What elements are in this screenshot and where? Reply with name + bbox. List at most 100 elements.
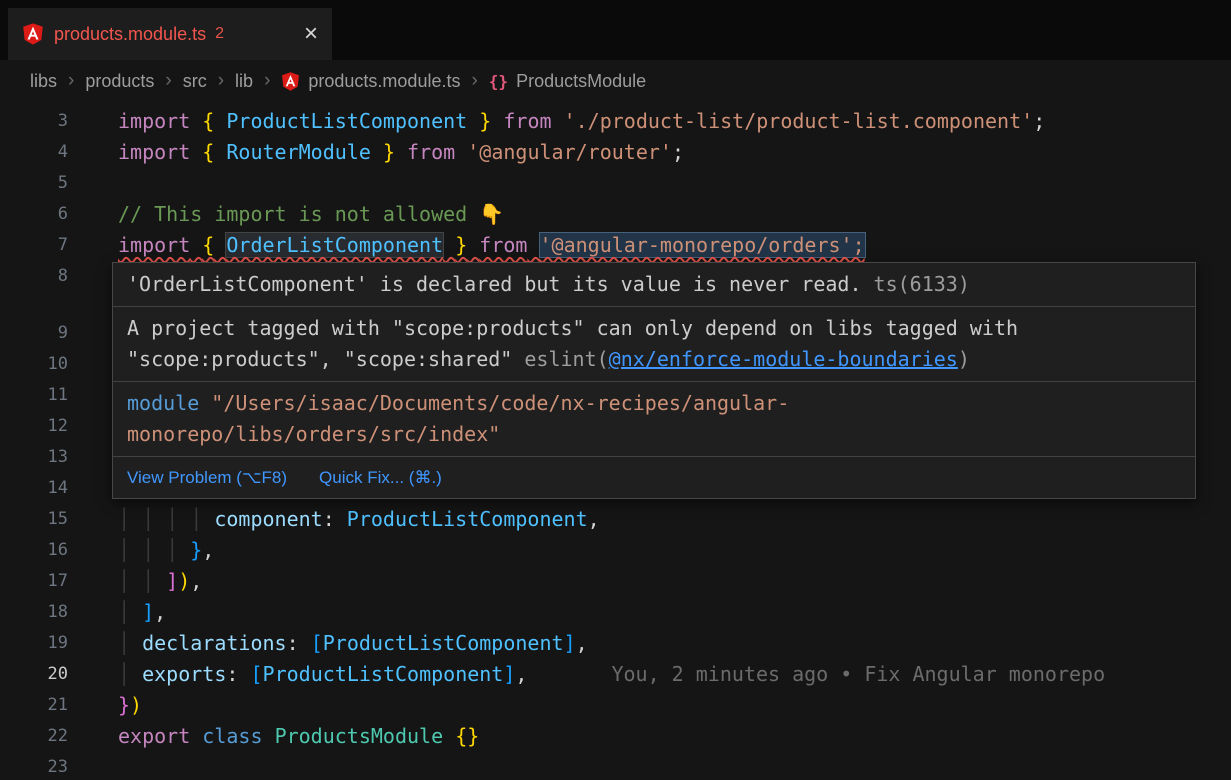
code-line-19[interactable]: 19│ declarations: [ProductListComponent]…	[0, 627, 1231, 658]
code-line-23[interactable]: 23	[0, 751, 1231, 780]
line-number[interactable]: 18	[0, 602, 68, 622]
breadcrumb-item-lib[interactable]: lib	[235, 71, 253, 92]
code-token: from	[503, 109, 551, 133]
code-line-15[interactable]: 15│ │ │ │ component: ProductListComponen…	[0, 503, 1231, 534]
code-line-7[interactable]: 7import { OrderListComponent } from '@an…	[0, 229, 1231, 260]
line-number[interactable]: 9	[0, 323, 68, 343]
line-number[interactable]: 5	[0, 173, 68, 193]
code-token: {	[202, 233, 214, 257]
code-line-21[interactable]: 21})	[0, 689, 1231, 720]
code-token	[263, 724, 275, 748]
code-token: class	[202, 724, 262, 748]
code-token	[552, 109, 564, 133]
angular-icon	[281, 72, 300, 91]
code-text: │ exports: [ProductListComponent],	[68, 662, 527, 686]
line-number[interactable]: 7	[0, 235, 68, 255]
code-token: │	[118, 631, 142, 655]
line-number[interactable]: 19	[0, 633, 68, 653]
code-token: from	[479, 233, 527, 257]
line-number[interactable]: 4	[0, 142, 68, 162]
code-token: │ │ │ │	[118, 507, 214, 531]
code-line-3[interactable]: 3import { ProductListComponent } from '.…	[0, 105, 1231, 136]
code-token: {	[202, 109, 214, 133]
code-token	[190, 233, 202, 257]
view-problem-action[interactable]: View Problem (⌥F8)	[127, 468, 287, 488]
code-token: import	[118, 109, 190, 133]
quick-fix-action[interactable]: Quick Fix... (⌘.)	[319, 468, 442, 488]
code-line-6[interactable]: 6// This import is not allowed 👇	[0, 198, 1231, 229]
hover-section-1: 'OrderListComponent' is declared but its…	[113, 263, 1195, 307]
code-line-4[interactable]: 4import { RouterModule } from '@angular/…	[0, 136, 1231, 167]
code-token: import	[118, 140, 190, 164]
line-number[interactable]: 16	[0, 540, 68, 560]
code-token: ProductListComponent	[323, 631, 564, 655]
breadcrumb-item-libs[interactable]: libs	[30, 71, 57, 92]
code-text: │ │ │ │ component: ProductListComponent,	[68, 507, 600, 531]
eslint-rule-link[interactable]: @nx/enforce-module-boundaries	[609, 347, 958, 371]
code-token: )	[130, 693, 142, 717]
code-line-18[interactable]: 18│ ],	[0, 596, 1231, 627]
code-token: RouterModule	[226, 140, 371, 164]
line-number[interactable]: 10	[0, 354, 68, 374]
editor: 3import { ProductListComponent } from '.…	[0, 102, 1231, 780]
line-number[interactable]: 6	[0, 204, 68, 224]
code-token: │ │	[118, 569, 166, 593]
breadcrumb: libs›products›src›lib›products.module.ts…	[0, 60, 1231, 102]
line-number[interactable]: 20	[0, 664, 68, 684]
tab-products-module-ts[interactable]: products.module.ts 2 ×	[8, 8, 332, 60]
code-token: {}	[455, 724, 479, 748]
line-number[interactable]: 15	[0, 509, 68, 529]
code-line-22[interactable]: 22 export class ProductsModule {}	[0, 720, 1231, 751]
code-token: ProductListComponent	[347, 507, 588, 531]
line-number[interactable]: 3	[0, 111, 68, 131]
hover-text: eslint(	[524, 347, 608, 371]
hover-section-3: module "/Users/isaac/Documents/code/nx-r…	[113, 382, 1195, 457]
breadcrumb-item-products-module-ts[interactable]: products.module.ts	[281, 71, 460, 92]
breadcrumb-item-src[interactable]: src	[183, 71, 207, 92]
code-token	[395, 140, 407, 164]
line-number[interactable]: 21	[0, 695, 68, 715]
code-token	[527, 233, 539, 257]
code-token: :	[287, 631, 311, 655]
line-number[interactable]: 17	[0, 571, 68, 591]
breadcrumb-item-productsmodule[interactable]: {}ProductsModule	[489, 71, 646, 92]
line-number[interactable]: 13	[0, 447, 68, 467]
code-token: from	[407, 140, 455, 164]
git-blame-annotation: You, 2 minutes ago • Fix Angular monorep…	[527, 662, 1105, 686]
code-token: OrderListComponent	[226, 233, 443, 257]
code-line-20[interactable]: 20│ exports: [ProductListComponent],You,…	[0, 658, 1231, 689]
breadcrumb-item-products[interactable]: products	[85, 71, 154, 92]
code-token: declarations	[142, 631, 287, 655]
code-token: ,	[154, 600, 166, 624]
code-token	[214, 109, 226, 133]
code-token: exports	[142, 662, 226, 686]
code-token	[190, 140, 202, 164]
line-number[interactable]: 12	[0, 416, 68, 436]
code-token: export	[118, 724, 190, 748]
breadcrumb-separator: ›	[218, 70, 224, 92]
code-token	[214, 140, 226, 164]
line-number[interactable]: 14	[0, 478, 68, 498]
code-token: ]	[166, 569, 178, 593]
code-line-17[interactable]: 17│ │ ]),	[0, 565, 1231, 596]
code-token: ProductsModule	[275, 724, 444, 748]
code-text: │ ],	[68, 600, 166, 624]
code-line-16[interactable]: 16│ │ │ },	[0, 534, 1231, 565]
code-token	[491, 109, 503, 133]
code-token: [	[311, 631, 323, 655]
breadcrumb-separator: ›	[264, 70, 270, 92]
code-token	[190, 724, 202, 748]
code-token: ,	[576, 631, 588, 655]
code-line-5[interactable]: 5	[0, 167, 1231, 198]
line-number[interactable]: 22	[0, 726, 68, 746]
code-token: }	[479, 109, 491, 133]
code-text: })	[68, 693, 142, 717]
code-token: │	[118, 662, 142, 686]
line-number[interactable]: 11	[0, 385, 68, 405]
line-number[interactable]: 8	[0, 266, 68, 286]
line-number[interactable]: 23	[0, 757, 68, 777]
close-icon[interactable]: ×	[304, 22, 318, 46]
code-text: import { RouterModule } from '@angular/r…	[68, 140, 684, 164]
hover-text	[199, 391, 211, 415]
code-token: }	[383, 140, 395, 164]
